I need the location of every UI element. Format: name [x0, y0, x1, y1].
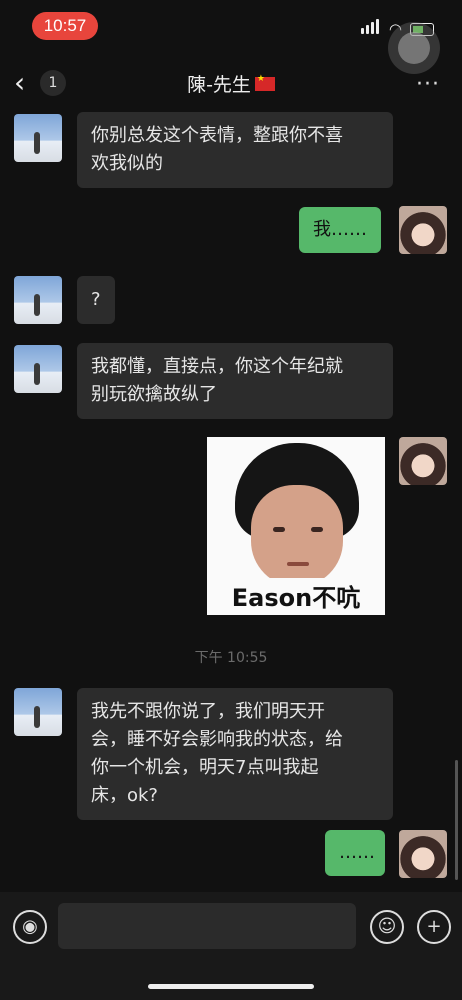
contact-avatar[interactable]: [14, 114, 62, 162]
status-time: 10:57: [32, 12, 98, 40]
chat-title: 陳-先生: [0, 70, 462, 97]
message-input[interactable]: [58, 903, 356, 949]
my-avatar[interactable]: [399, 206, 447, 254]
message-bubble-left[interactable]: 你别总发这个表情，整跟你不喜 欢我似的: [77, 112, 393, 188]
voice-icon[interactable]: ◉: [13, 910, 47, 944]
my-avatar[interactable]: [399, 830, 447, 878]
more-options-icon[interactable]: ···: [416, 72, 440, 97]
china-flag-icon: [254, 74, 275, 91]
message-bubble-right[interactable]: 我……: [299, 207, 381, 253]
scrollbar[interactable]: [455, 760, 458, 880]
emoji-icon[interactable]: ☺: [370, 910, 404, 944]
contact-name: 陳-先生: [187, 74, 251, 96]
sticker-face: [251, 485, 343, 587]
message-bubble-left[interactable]: 我先不跟你说了，我们明天开 会，睡不好会影响我的状态，给 你一个机会，明天7点叫…: [77, 688, 393, 820]
plus-icon[interactable]: +: [417, 910, 451, 944]
signal-icon: [360, 19, 381, 38]
message-bubble-left[interactable]: ?: [77, 276, 115, 324]
message-bubble-left[interactable]: 我都懂，直接点，你这个年纪就 别玩欲擒故纵了: [77, 343, 393, 419]
message-timestamp: 下午 10:55: [194, 650, 268, 666]
contact-avatar[interactable]: [14, 276, 62, 324]
sticker-caption: Eason不吭: [207, 578, 385, 613]
message-bubble-right[interactable]: ……: [325, 830, 385, 876]
floating-assistive-button[interactable]: [388, 22, 440, 74]
contact-avatar[interactable]: [14, 345, 62, 393]
my-avatar[interactable]: [399, 437, 447, 485]
contact-avatar[interactable]: [14, 688, 62, 736]
sticker-image[interactable]: Eason不吭: [207, 437, 385, 615]
home-indicator[interactable]: [148, 984, 314, 989]
